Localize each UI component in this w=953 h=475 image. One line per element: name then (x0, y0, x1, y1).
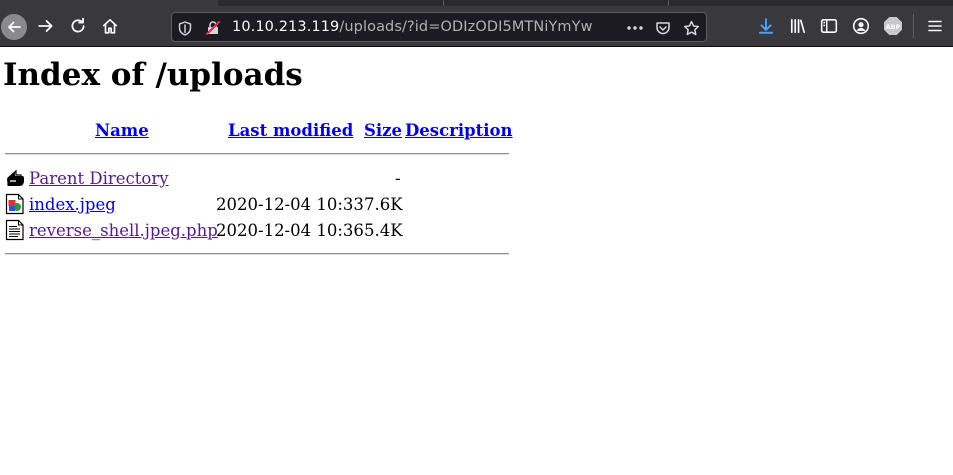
downloads-button[interactable] (751, 11, 781, 41)
back-icon (8, 21, 21, 33)
file-size: 5.4K (364, 221, 403, 240)
account-button[interactable] (846, 11, 876, 41)
browser-toolbar: 10.10.213.119/uploads/?id=ODIzODI5MTNiYm… (0, 0, 953, 47)
reload-icon (71, 17, 85, 33)
bookmark-star-icon[interactable] (682, 19, 700, 37)
table-divider-top (5, 153, 509, 155)
adblock-icon: ABP (884, 17, 902, 35)
back-button[interactable] (1, 14, 27, 40)
file-last-modified: 2020-12-04 10:36 (216, 221, 364, 240)
column-header-last-modified[interactable]: Last modified (228, 121, 353, 140)
column-header-name[interactable]: Name (95, 121, 149, 140)
page-content: Index of /uploads Name Last modified Siz… (0, 47, 953, 475)
table-divider-bottom (5, 253, 509, 255)
url-host: 10.10.213.119 (232, 19, 340, 35)
adblock-label: ABP (886, 23, 901, 31)
file-link-parent-directory[interactable]: Parent Directory (29, 169, 169, 188)
file-size: 7.6K (364, 195, 403, 214)
url-text[interactable]: 10.10.213.119/uploads/?id=ODIzODI5MTNiYm… (232, 19, 593, 35)
sidebar-icon (820, 19, 838, 33)
account-icon (852, 17, 870, 35)
page-actions-icon[interactable] (626, 19, 644, 37)
home-icon (102, 18, 118, 34)
url-bar[interactable]: 10.10.213.119/uploads/?id=ODIzODI5MTNiYm… (171, 12, 707, 42)
downloads-icon (758, 18, 774, 34)
tracking-shield-icon[interactable] (176, 19, 194, 37)
back-folder-icon (5, 167, 25, 189)
file-link-index-jpeg[interactable]: index.jpeg (29, 195, 116, 214)
sidebar-button[interactable] (814, 11, 844, 41)
forward-icon (38, 20, 53, 32)
url-path: /uploads/?id=ODIzODI5MTNiYmYw (339, 19, 593, 35)
file-size: - (395, 169, 401, 188)
forward-button[interactable] (31, 11, 61, 41)
file-last-modified: 2020-12-04 10:33 (216, 195, 364, 214)
toolbar-divider (913, 14, 914, 38)
text-file-icon (5, 219, 25, 241)
library-button[interactable] (783, 11, 813, 41)
adblock-button[interactable]: ABP (878, 11, 908, 41)
reload-button[interactable] (63, 11, 93, 41)
file-link-reverse-shell[interactable]: reverse_shell.jpeg.php (29, 221, 218, 240)
pocket-icon[interactable] (654, 19, 672, 37)
library-icon (790, 18, 806, 34)
tab-strip-edge (0, 0, 953, 6)
menu-icon (928, 20, 942, 32)
column-header-description[interactable]: Description (405, 121, 513, 140)
column-header-size[interactable]: Size (364, 121, 402, 140)
image-file-icon (5, 193, 25, 215)
menu-button[interactable] (920, 11, 950, 41)
home-button[interactable] (95, 11, 125, 41)
insecure-lock-icon[interactable] (204, 19, 222, 37)
page-title: Index of /uploads (3, 57, 303, 93)
